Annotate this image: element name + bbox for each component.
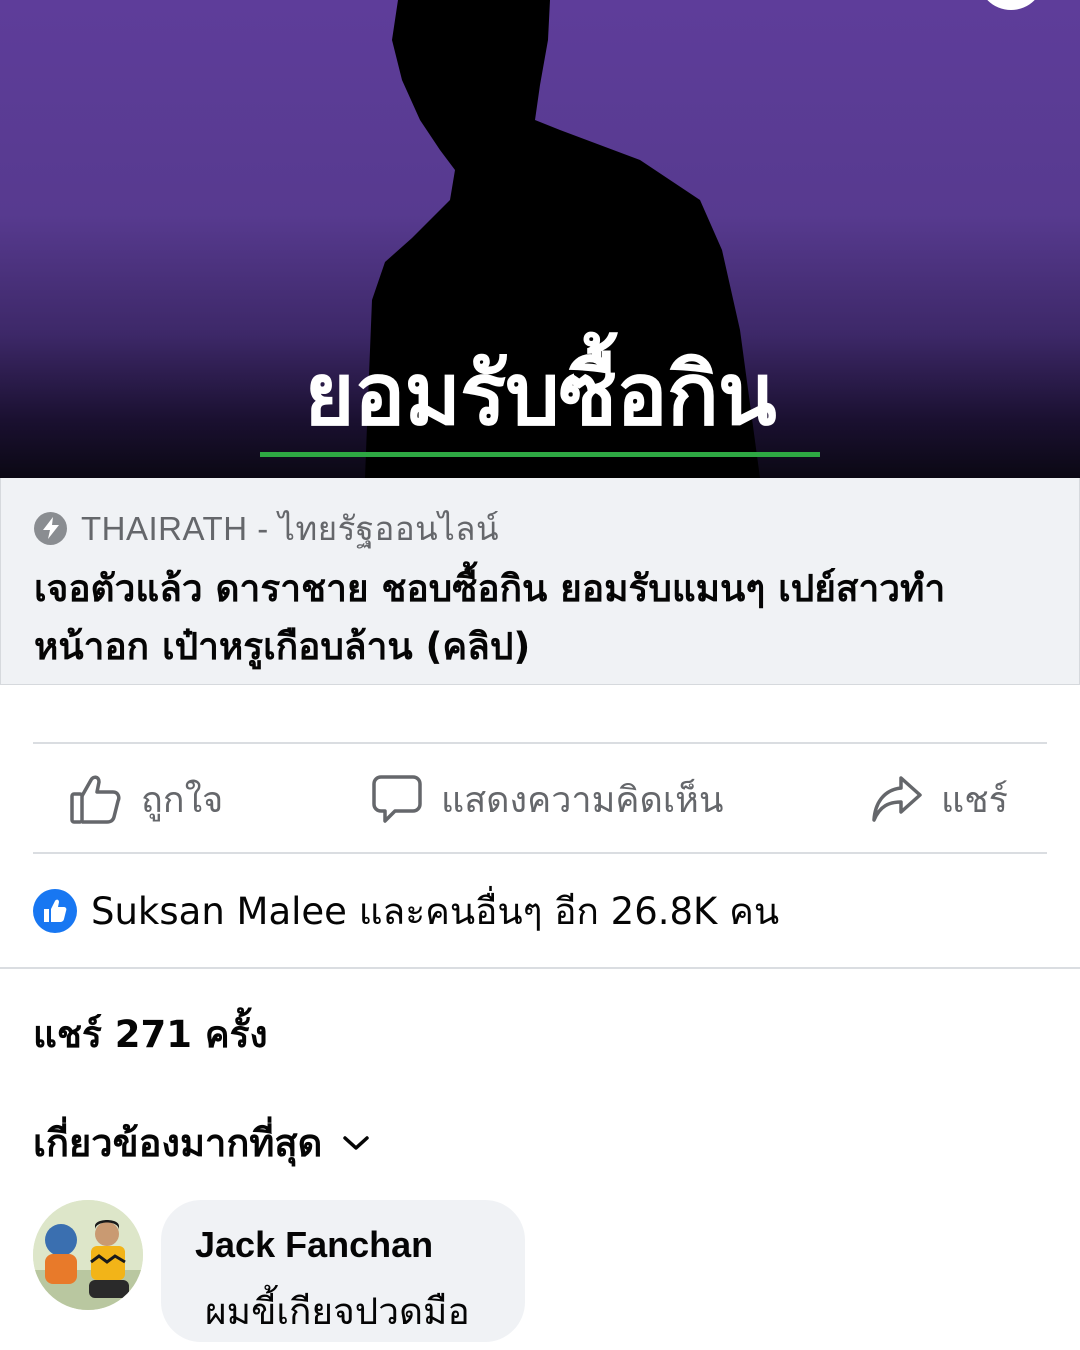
divider [33,742,1047,744]
comment-bubble[interactable]: Jack Fanchan ผมขี้เกียจปวดมือ [161,1200,525,1342]
bolt-icon [34,511,67,545]
source-name: THAIRATH - ไทยรัฐออนไลน์ [81,509,500,547]
comment-icon [372,775,422,823]
link-preview-card[interactable]: THAIRATH - ไทยรัฐออนไลน์ เจอตัวแล้ว ดารา… [0,478,1080,685]
chevron-down-icon [343,1135,370,1150]
reactions-text: Suksan Malee และคนอื่นๆ อีก 26.8K คน [91,889,780,933]
divider [0,967,1080,969]
share-icon [872,776,922,822]
like-reaction-icon [33,889,77,933]
divider [33,852,1047,854]
post-image[interactable]: ยอมรับซื้อกิน [0,0,1080,478]
sort-label: เกี่ยวข้องมากที่สุด [33,1121,323,1165]
avatar[interactable] [33,1200,143,1310]
comment-label: แสดงความคิดเห็น [441,779,724,821]
share-count[interactable]: แชร์ 271 ครั้ง [33,1005,268,1064]
comment-button[interactable]: แสดงความคิดเห็น [371,745,723,853]
headline-underline [260,452,820,457]
link-source: THAIRATH - ไทยรัฐออนไลน์ [34,508,499,548]
share-label: แชร์ [941,779,1008,821]
like-button[interactable]: ถูกใจ [69,745,223,853]
comment-text: ผมขี้เกียจปวดมือ [205,1290,470,1333]
link-title[interactable]: เจอตัวแล้ว ดาราชาย ชอบซื้อกิน ยอมรับแมนๆ… [34,560,1044,676]
comment-author[interactable]: Jack Fanchan [195,1224,433,1266]
share-button[interactable]: แชร์ [871,745,1008,853]
reactions-summary[interactable]: Suksan Malee และคนอื่นๆ อีก 26.8K คน [33,887,779,935]
like-label: ถูกใจ [141,779,224,821]
image-headline: ยอมรับซื้อกิน [304,345,776,445]
thumbs-up-icon [70,775,121,824]
comment-sort-dropdown[interactable]: เกี่ยวข้องมากที่สุด [33,1112,370,1173]
action-bar: ถูกใจ แสดงความคิดเห็น แชร์ [33,745,1047,853]
